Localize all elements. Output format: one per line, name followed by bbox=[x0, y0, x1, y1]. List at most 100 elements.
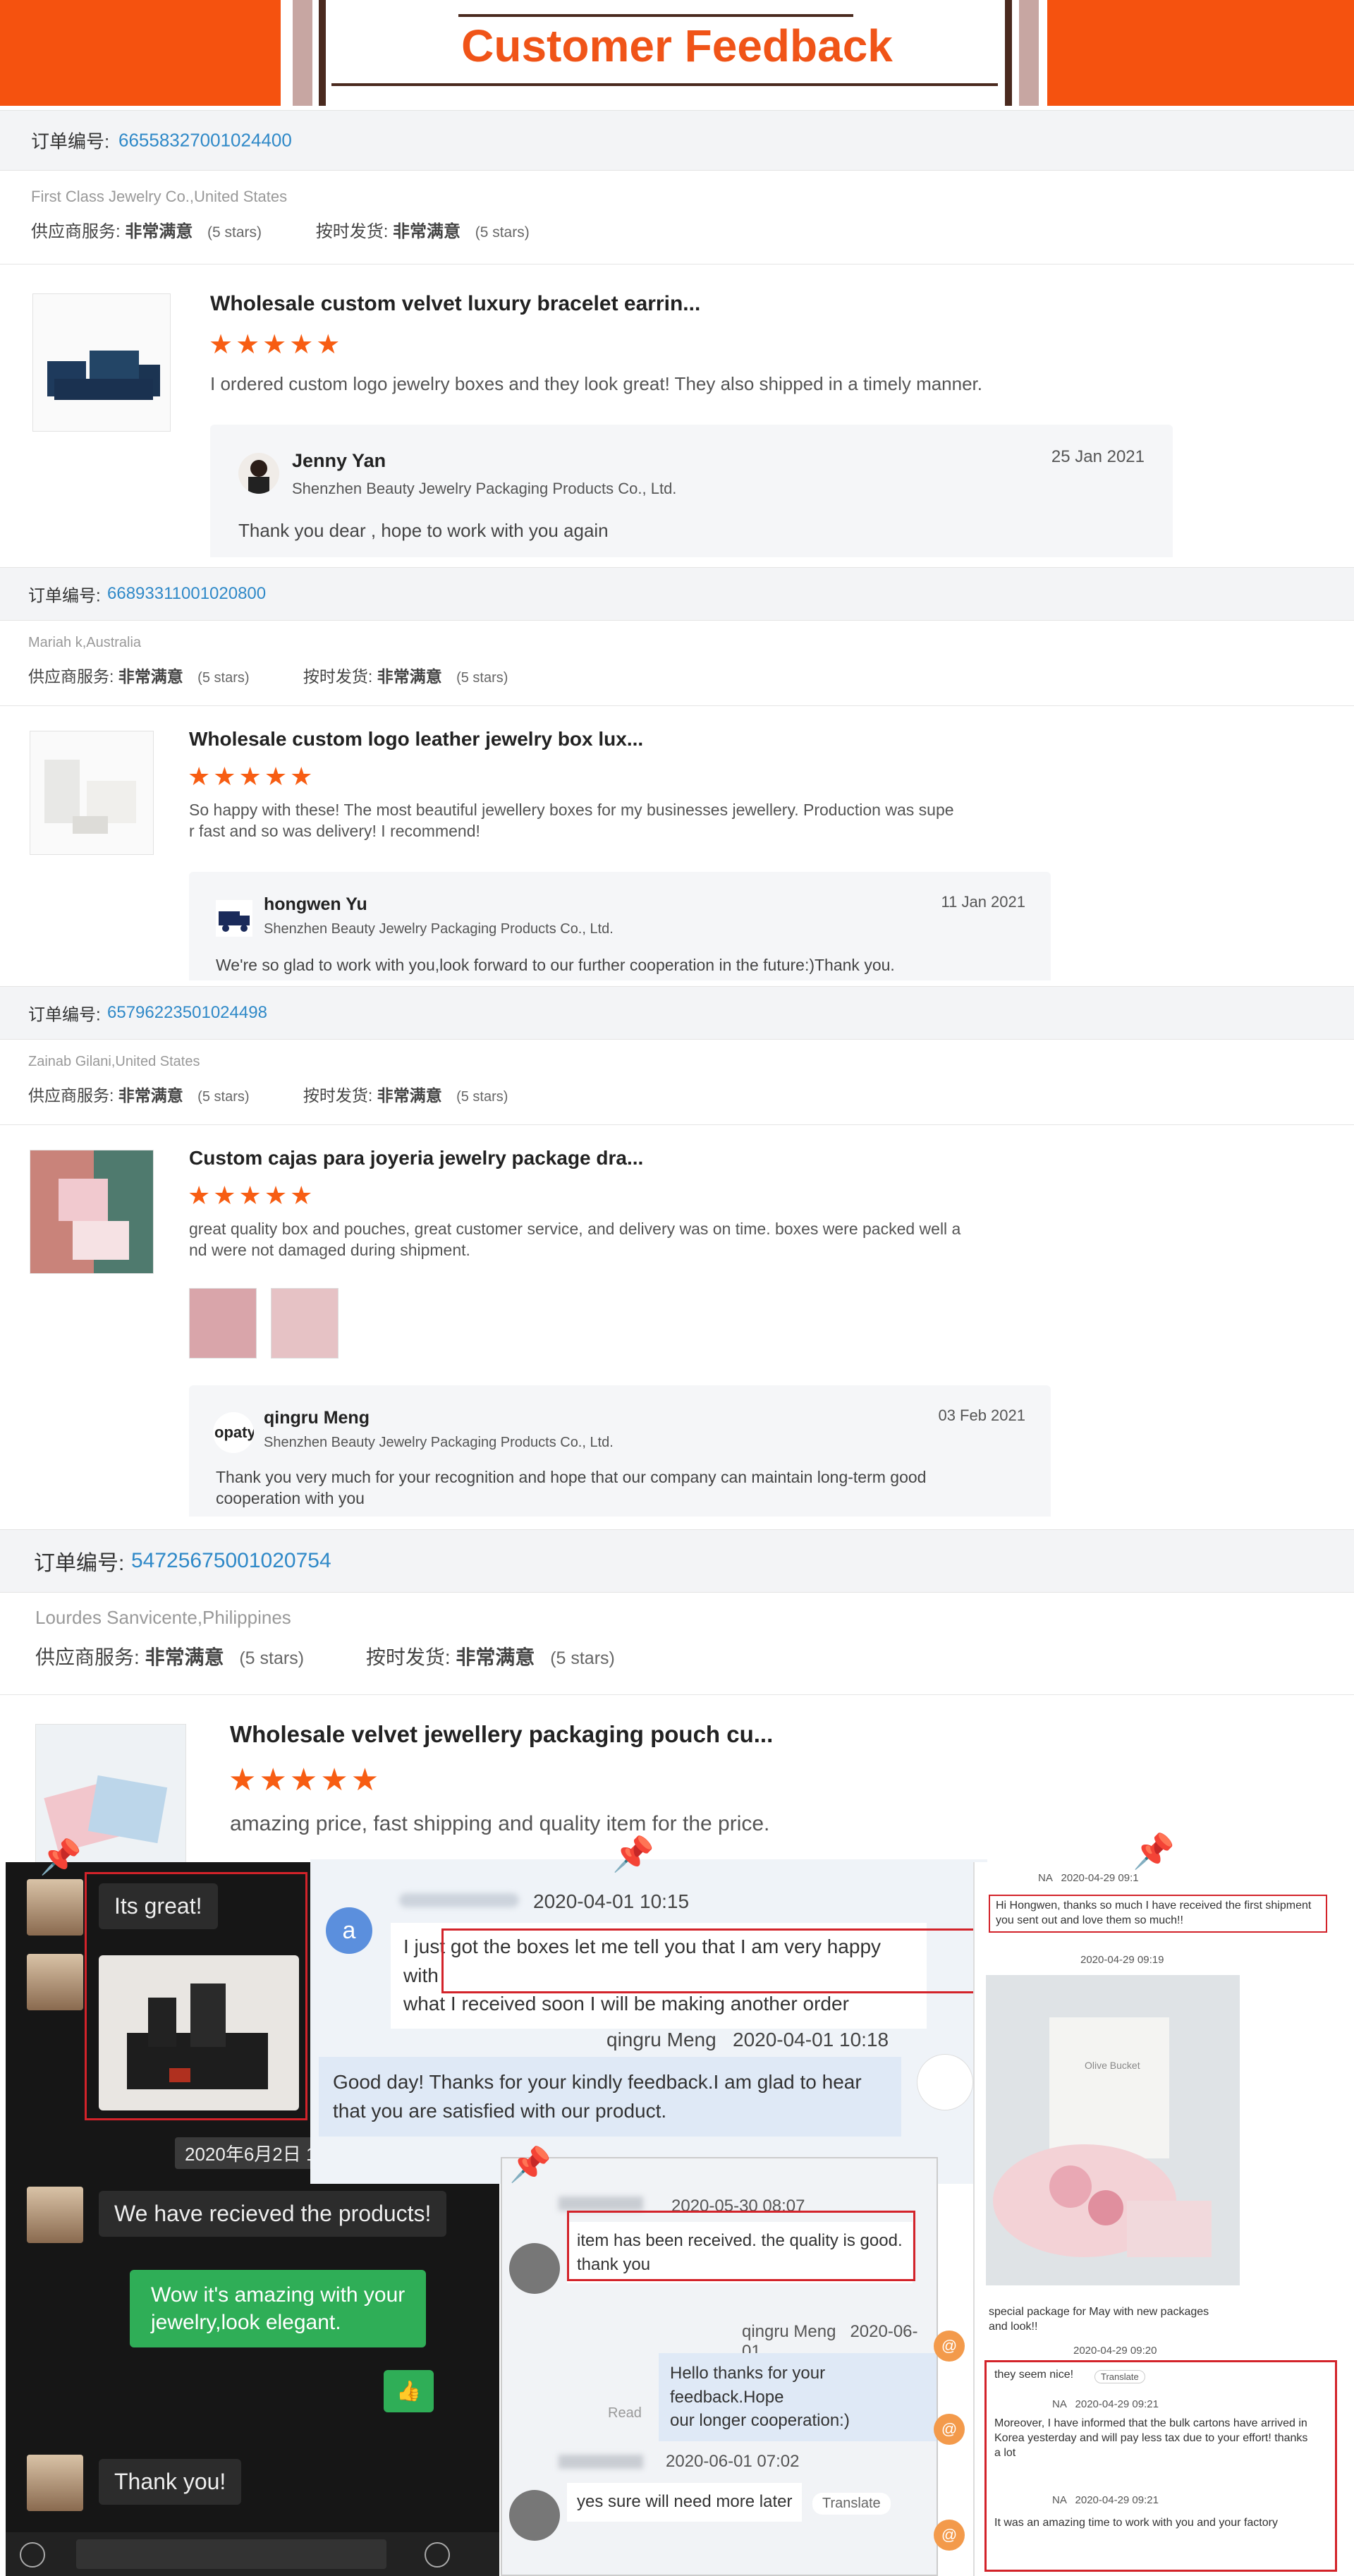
chat-screenshot-bottom: 2020-05-30 08:07 item has been received.… bbox=[501, 2157, 938, 2576]
on-time-label: 按时发货: bbox=[303, 1086, 373, 1105]
avatar bbox=[509, 2490, 560, 2541]
buyer-name: Zainab Gilani,United States bbox=[28, 1054, 200, 1069]
voice-icon[interactable] bbox=[20, 2542, 45, 2568]
buyer-name: First Class Jewelry Co.,United States bbox=[31, 188, 288, 205]
order-card: 订单编号: 65796223501024498 Zainab Gilani,Un… bbox=[0, 986, 1354, 1517]
sender-name: qingru Meng bbox=[742, 2322, 836, 2341]
divider bbox=[0, 264, 1354, 265]
rating-value: 非常满意 bbox=[145, 1646, 224, 1668]
chat-date: 2020年6月2日 1 bbox=[175, 2137, 327, 2169]
on-time-label: 按时发货: bbox=[365, 1646, 451, 1668]
chat-bubble: yes sure will need more later bbox=[567, 2483, 803, 2522]
chat-bubble-sent: Wow it's amazing with your jewelry,look e… bbox=[130, 2270, 427, 2347]
product-title[interactable]: Wholesale velvet jewellery packaging pou… bbox=[230, 1721, 773, 1748]
order-card: 订单编号: 66558327001024400 First Class Jewe… bbox=[0, 110, 1354, 557]
product-title[interactable]: Wholesale custom velvet luxury bracelet … bbox=[210, 292, 700, 316]
rating-stars-text: (5 stars) bbox=[197, 1089, 250, 1105]
chat-line: jewelry,look elegant. bbox=[151, 2311, 341, 2334]
thumbs-up-icon: 👍 bbox=[384, 2370, 434, 2413]
order-card: 订单编号: 66893311001020800 Mariah k,Austral… bbox=[0, 567, 1354, 980]
translate-button[interactable]: Translate bbox=[1094, 2370, 1145, 2383]
supplier-service-label: 供应商服务: bbox=[28, 1086, 114, 1105]
rating-summary: 供应商服务: 非常满意 (5 stars) 按时发货: 非常满意 (5 star… bbox=[28, 1082, 508, 1106]
chat-bubble: Moreover, I have informed that the bulk … bbox=[994, 2417, 1307, 2460]
pushpin-icon: 📌 bbox=[1133, 1833, 1175, 1871]
chat-bubble: special package for May with new package… bbox=[989, 2305, 1209, 2335]
review-text: So happy with these! The most beautiful … bbox=[189, 800, 954, 842]
rating-stars-text: (5 stars) bbox=[456, 670, 508, 686]
pushpin-icon: 📌 bbox=[509, 2146, 551, 2184]
chat-line: what I received soon I will be making an… bbox=[403, 1993, 849, 2015]
chat-screenshot-light: a 2020-04-01 10:15 I just got the boxes … bbox=[310, 1859, 987, 2184]
chat-line: special package for May with new package… bbox=[989, 2306, 1209, 2318]
rating-stars-text: (5 stars) bbox=[207, 224, 262, 241]
order-label: 订单编号: bbox=[31, 130, 110, 152]
order-number[interactable]: 66893311001020800 bbox=[107, 584, 266, 604]
highlight-box bbox=[85, 1872, 307, 2120]
mention-icon: @ bbox=[934, 2520, 965, 2551]
highlight-box bbox=[984, 2360, 1337, 2572]
svg-text:opaty: opaty bbox=[214, 1423, 254, 1441]
chat-time: 2020-04-01 10:18 bbox=[733, 2029, 889, 2051]
chat-line: Wow it's amazing with your bbox=[151, 2283, 405, 2307]
supplier-service-label: 供应商服务: bbox=[31, 222, 121, 241]
banner-line-bottom bbox=[331, 83, 998, 86]
order-number[interactable]: 65796223501024498 bbox=[107, 1003, 267, 1023]
chat-bubble: It was an amazing time to work with you … bbox=[994, 2517, 1278, 2529]
reply-text: Thank you very much for your recognition… bbox=[216, 1467, 926, 1509]
chat-time: 2020-04-29 09:21 bbox=[1075, 2398, 1159, 2410]
avatar bbox=[27, 1954, 83, 2010]
blurred-name bbox=[559, 2197, 643, 2211]
star-rating: ★★★★★ bbox=[188, 1181, 316, 1210]
chat-input[interactable] bbox=[76, 2539, 386, 2569]
chat-line: Hi Hongwen, thanks so much I have receiv… bbox=[996, 1900, 1312, 1912]
chat-time: 2020-04-29 09:20 bbox=[1073, 2345, 1157, 2357]
chat-bubble: they seem nice! bbox=[994, 2369, 1074, 2381]
review-photo[interactable] bbox=[271, 1288, 338, 1359]
reply-company: Shenzhen Beauty Jewelry Packaging Produc… bbox=[264, 1435, 614, 1450]
blurred-name bbox=[399, 1893, 519, 1907]
divider bbox=[0, 705, 1354, 706]
buyer-name: Mariah k,Australia bbox=[28, 635, 142, 650]
emoji-icon[interactable] bbox=[425, 2542, 450, 2568]
rating-value: 非常满意 bbox=[118, 667, 183, 686]
sender-name: NA bbox=[1052, 2398, 1067, 2410]
product-title[interactable]: Custom cajas para joyeria jewelry packag… bbox=[189, 1147, 643, 1169]
product-title[interactable]: Wholesale custom logo leather jewelry bo… bbox=[189, 728, 643, 751]
review-photo[interactable] bbox=[189, 1288, 257, 1359]
rating-value: 非常满意 bbox=[377, 1086, 442, 1105]
rating-value: 非常满意 bbox=[377, 667, 442, 686]
order-label: 订单编号: bbox=[28, 586, 101, 606]
order-label: 订单编号: bbox=[28, 1005, 101, 1025]
chat-meta: NA 2020-04-29 09:21 bbox=[1052, 2494, 1159, 2506]
supplier-service-label: 供应商服务: bbox=[35, 1646, 140, 1668]
product-image[interactable] bbox=[30, 731, 154, 855]
chat-sender: qingru Meng 2020-04-01 10:18 bbox=[606, 2029, 889, 2051]
sender-name: NA bbox=[1038, 1872, 1053, 1884]
order-number[interactable]: 66558327001024400 bbox=[118, 130, 292, 152]
page-title: Customer Feedback bbox=[461, 20, 893, 71]
rating-summary: 供应商服务: 非常满意 (5 stars) 按时发货: 非常满意 (5 star… bbox=[31, 217, 530, 242]
rating-stars-text: (5 stars) bbox=[550, 1648, 615, 1668]
chat-bubble-sent: Good day! Thanks for your kindly feedbac… bbox=[319, 2057, 901, 2137]
product-image[interactable] bbox=[30, 1150, 154, 1274]
rating-stars-text: (5 stars) bbox=[475, 224, 530, 241]
rating-summary: 供应商服务: 非常满意 (5 stars) 按时发货: 非常满意 (5 star… bbox=[35, 1642, 615, 1670]
reply-text: We're so glad to work with you,look forw… bbox=[216, 956, 895, 974]
chat-input-bar[interactable] bbox=[6, 2532, 499, 2576]
rating-summary: 供应商服务: 非常满意 (5 stars) 按时发货: 非常满意 (5 star… bbox=[28, 663, 508, 687]
rating-value: 非常满意 bbox=[125, 222, 193, 241]
product-image[interactable] bbox=[32, 293, 171, 432]
rating-stars-text: (5 stars) bbox=[239, 1648, 305, 1668]
translate-button[interactable]: Translate bbox=[812, 2493, 891, 2515]
chat-time: 2020-06-01 07:02 bbox=[666, 2452, 800, 2471]
reply-author: hongwen Yu bbox=[264, 894, 367, 914]
star-rating: ★★★★★ bbox=[228, 1763, 382, 1797]
chat-bubble: We have recieved the products! bbox=[99, 2191, 447, 2237]
order-number[interactable]: 54725675001020754 bbox=[131, 1549, 331, 1573]
chat-meta: NA 2020-04-29 09:21 bbox=[1052, 2398, 1159, 2410]
avatar bbox=[27, 2455, 83, 2511]
chat-bubble-sent: Hello thanks for your feedback.Hope our l… bbox=[659, 2353, 937, 2441]
rating-value: 非常满意 bbox=[118, 1086, 183, 1105]
reply-author: qingru Meng bbox=[264, 1408, 370, 1428]
